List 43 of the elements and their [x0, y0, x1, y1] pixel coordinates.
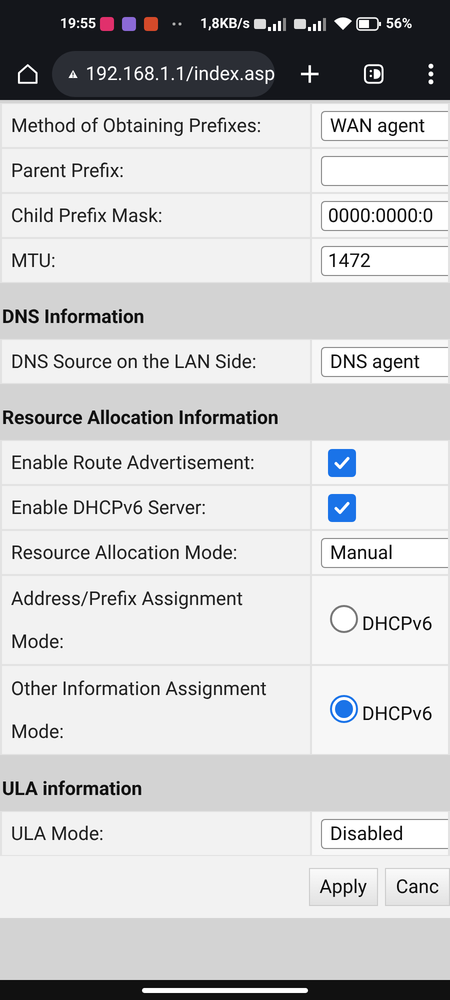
checkbox[interactable] [328, 448, 356, 476]
input-field[interactable]: 1472 [321, 246, 448, 276]
radio-label: DHCPv6 [362, 610, 432, 637]
field-label: ULA Mode: [2, 812, 310, 855]
input-field[interactable]: 0000:0000:0 [321, 200, 448, 230]
url-text: 192.168.1.1/index.asp [86, 60, 276, 87]
tabs-icon[interactable] [362, 63, 384, 85]
home-indicator[interactable] [142, 988, 308, 992]
dropdown[interactable]: DNS agent [321, 346, 448, 376]
app-icon [144, 17, 158, 31]
wifi-icon [334, 17, 352, 31]
radio-button[interactable] [330, 695, 358, 723]
clock: 19:55 [60, 14, 96, 34]
field-label: Child Prefix Mask: [2, 194, 310, 237]
form-button[interactable]: Apply [308, 868, 378, 906]
home-icon[interactable] [16, 62, 40, 86]
field-label: MTU: [2, 239, 310, 282]
field-label: Address/Prefix Assignment Mode: [2, 576, 310, 664]
checkbox[interactable] [328, 494, 356, 522]
dropdown[interactable]: WAN agent [321, 110, 448, 140]
field-label: Resource Allocation Mode: [2, 531, 310, 574]
input-field[interactable] [321, 156, 448, 186]
battery-level: 56% [386, 14, 412, 34]
field-label: Method of Obtaining Prefixes: [2, 104, 310, 147]
field-label: Enable Route Advertisement: [2, 441, 310, 484]
section-heading: ULA information [1, 776, 144, 802]
section-heading: Resource Allocation Information [1, 405, 280, 431]
field-label: Enable DHCPv6 Server: [2, 486, 310, 529]
plus-icon[interactable] [299, 63, 321, 85]
dropdown[interactable]: Manual [321, 538, 448, 568]
form-button[interactable]: Canc [384, 868, 450, 906]
address-bar[interactable]: 192.168.1.1/index.asp [52, 51, 276, 97]
field-label: Parent Prefix: [2, 149, 310, 192]
section-heading: DNS Information [1, 304, 146, 330]
field-label: DNS Source on the LAN Side: [2, 340, 310, 383]
network-speed: 1,8KB/s [200, 14, 250, 34]
more-dots-icon [172, 22, 182, 26]
dropdown[interactable]: Disabled [321, 818, 448, 848]
radio-button[interactable] [330, 605, 358, 633]
radio-label: DHCPv6 [362, 700, 432, 727]
field-label: Other Information Assignment Mode: [2, 666, 310, 754]
battery-icon [356, 17, 382, 31]
menu-icon[interactable] [428, 63, 434, 85]
